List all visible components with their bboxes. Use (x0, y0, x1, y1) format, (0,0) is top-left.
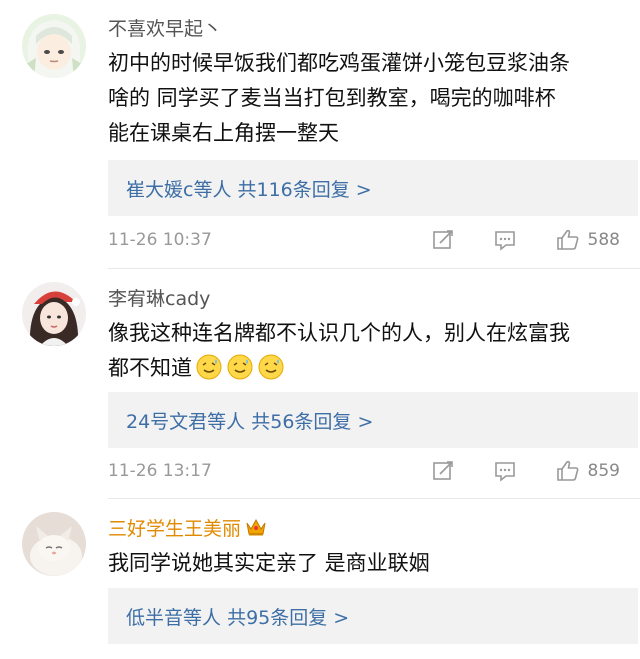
avatar[interactable] (22, 282, 86, 346)
divider (108, 268, 640, 269)
comment-text: 像我这种连名牌都不认识几个的人，别人在炫富我 都不知道 (108, 321, 570, 380)
thumbs-up-icon (556, 229, 578, 250)
reply-authors: 24号文君等人 (126, 410, 246, 433)
repost-icon[interactable] (432, 460, 454, 482)
comment-text: 初中的时候早饭我们都吃鸡蛋灌饼小笼包豆浆油条 啥的 同学买了麦当当打包到教室，喝… (108, 51, 570, 145)
avatar[interactable] (22, 14, 86, 78)
timestamp: 11-26 13:17 (108, 461, 212, 481)
comment-icon[interactable] (494, 229, 516, 251)
like-count: 859 (587, 461, 620, 481)
timestamp: 11-26 10:37 (108, 230, 212, 250)
avatar[interactable] (22, 512, 86, 576)
reply-count: 共56条回复 > (251, 410, 374, 433)
divider (108, 498, 640, 499)
reply-count: 共116条回复 > (237, 178, 372, 201)
reply-authors: 崔大媛c等人 (126, 178, 232, 201)
reply-authors: 低半音等人 (126, 606, 222, 629)
like-button[interactable]: 859 (556, 459, 620, 483)
username[interactable]: 李宥琳cady (108, 284, 210, 311)
repost-icon[interactable] (432, 229, 454, 251)
comment-meta: 11-26 13:17 859 (108, 457, 620, 485)
sweat-smile-emoji (196, 354, 222, 380)
reply-summary[interactable]: 24号文君等人 共56条回复 > (108, 392, 638, 448)
username[interactable]: 不喜欢早起丶 (108, 14, 222, 41)
crown-icon (245, 517, 267, 537)
sweat-smile-emoji (227, 354, 253, 380)
comment-text: 我同学说她其实定亲了 是商业联姻 (108, 551, 430, 575)
like-button[interactable]: 588 (556, 228, 620, 252)
thumbs-up-icon (556, 460, 578, 481)
username[interactable]: 三好学生王美丽 (108, 514, 267, 541)
reply-summary[interactable]: 崔大媛c等人 共116条回复 > (108, 160, 638, 216)
comment-meta: 11-26 10:37 588 (108, 226, 620, 254)
like-count: 588 (587, 230, 620, 250)
sweat-smile-emoji (258, 354, 284, 380)
reply-summary[interactable]: 低半音等人 共95条回复 > (108, 588, 638, 644)
comment-icon[interactable] (494, 460, 516, 482)
reply-count: 共95条回复 > (227, 606, 350, 629)
